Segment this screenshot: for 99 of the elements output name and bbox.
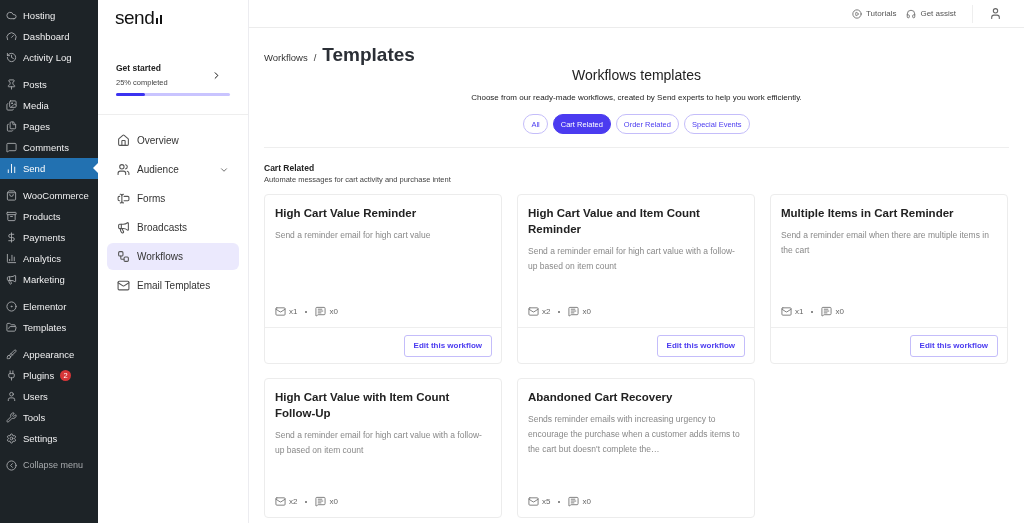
card-title: High Cart Value and Item Count Reminder xyxy=(528,206,701,237)
mail-icon xyxy=(275,306,286,317)
admin-menu-item[interactable]: Payments xyxy=(0,227,98,248)
page-title: Templates xyxy=(322,44,415,66)
message-count: x0 xyxy=(835,307,844,316)
menu-icon xyxy=(6,370,17,381)
message-count: x0 xyxy=(582,307,591,316)
breadcrumb-link[interactable]: Workflows xyxy=(264,52,308,63)
description: Choose from our ready-made workflows, created by Send experts to help you work efficiently. xyxy=(470,93,803,102)
message-icon xyxy=(568,306,580,317)
mail-icon xyxy=(275,496,286,507)
menu-icon xyxy=(6,142,17,153)
menu-icon xyxy=(6,301,17,312)
email-count: x5 xyxy=(542,497,551,506)
admin-menu-item[interactable]: Activity Log xyxy=(0,47,98,68)
mail-icon xyxy=(528,306,539,317)
collapse-menu-link[interactable]: Collapse menu xyxy=(0,455,98,475)
admin-menu-item[interactable]: Pages xyxy=(0,116,98,137)
nav-item[interactable]: Forms xyxy=(107,185,239,212)
link-icon xyxy=(852,8,863,19)
top-link[interactable]: Tutorials xyxy=(852,8,897,19)
category-title: Cart Related xyxy=(264,163,316,173)
progress-title: Get started xyxy=(116,63,162,73)
message-icon xyxy=(315,306,327,317)
admin-menu-item[interactable]: Appearance xyxy=(0,344,98,365)
card-description: Send a reminder email when there are multiple items in the cart xyxy=(781,229,990,257)
admin-menu-item[interactable]: Users xyxy=(0,386,98,407)
nav-icon xyxy=(117,192,130,205)
message-count: x0 xyxy=(329,307,338,316)
menu-icon xyxy=(6,433,17,444)
admin-menu-item[interactable]: Hosting xyxy=(0,5,98,26)
card-description: Send a reminder email for high cart value xyxy=(275,229,432,242)
menu-icon xyxy=(6,10,17,21)
edit-workflow-button[interactable]: Edit this workflow xyxy=(403,334,492,357)
email-count: x1 xyxy=(795,307,804,316)
admin-menu-item[interactable]: Analytics xyxy=(0,248,98,269)
card-description: Sends reminder emails with increasing urgency to encourage the purchase when a customer adds items to the cart but doesn't complete the… xyxy=(528,413,741,456)
nav-item[interactable]: Workflows xyxy=(107,243,239,270)
admin-menu-item[interactable]: Products xyxy=(0,206,98,227)
nav-icon xyxy=(117,250,130,263)
menu-icon xyxy=(6,274,17,285)
admin-menu-item[interactable]: Comments xyxy=(0,137,98,158)
email-count: x2 xyxy=(289,497,298,506)
menu-icon xyxy=(6,412,17,423)
profile-icon[interactable] xyxy=(989,7,1002,20)
menu-icon xyxy=(6,232,17,243)
message-icon xyxy=(315,496,327,507)
message-icon xyxy=(568,496,580,507)
section-heading: Workflows templates xyxy=(571,67,702,83)
collapse-icon xyxy=(6,459,17,471)
nav-item[interactable]: Broadcasts xyxy=(107,214,239,241)
admin-menu-item[interactable]: Elementor xyxy=(0,296,98,317)
menu-icon xyxy=(6,79,17,90)
card-title: High Cart Value Reminder xyxy=(275,206,418,221)
edit-workflow-button[interactable]: Edit this workflow xyxy=(909,334,998,357)
email-count: x2 xyxy=(542,307,551,316)
breadcrumb-separator: / xyxy=(313,52,317,63)
menu-icon xyxy=(6,253,17,264)
admin-menu-item[interactable]: Tools xyxy=(0,407,98,428)
menu-icon xyxy=(6,100,17,111)
menu-icon xyxy=(6,391,17,402)
admin-menu-item[interactable]: Templates xyxy=(0,317,98,338)
admin-menu-item[interactable]: Marketing xyxy=(0,269,98,290)
send-logo: send xyxy=(98,0,248,33)
card-title: Abandoned Cart Recovery xyxy=(528,390,674,405)
menu-icon xyxy=(6,31,17,42)
edit-workflow-button[interactable]: Edit this workflow xyxy=(656,334,745,357)
menu-icon xyxy=(6,163,17,174)
nav-icon xyxy=(117,221,130,234)
mail-icon xyxy=(528,496,539,507)
card-description: Send a reminder email for high cart value with a follow-up based on item count xyxy=(275,429,483,457)
card-description: Send a reminder email for high cart value with a follow-up based on item count xyxy=(528,245,736,273)
menu-icon xyxy=(6,121,17,132)
message-count: x0 xyxy=(329,497,338,506)
nav-item[interactable]: Audience xyxy=(107,156,239,183)
nav-icon xyxy=(117,279,130,292)
link-icon xyxy=(906,8,917,19)
menu-icon xyxy=(6,211,17,222)
admin-menu-item[interactable]: WooCommerce xyxy=(0,185,98,206)
nav-item[interactable]: Overview xyxy=(107,127,239,154)
nav-item[interactable]: Email Templates xyxy=(107,272,239,299)
menu-icon xyxy=(6,349,17,360)
message-count: x0 xyxy=(582,497,591,506)
menu-icon xyxy=(6,190,17,201)
menu-icon xyxy=(6,52,17,63)
card-title: Multiple Items in Cart Reminder xyxy=(781,206,955,221)
admin-menu-item[interactable]: Media xyxy=(0,95,98,116)
menu-icon xyxy=(6,322,17,333)
admin-menu-item[interactable]: Dashboard xyxy=(0,26,98,47)
admin-menu-item[interactable]: Posts xyxy=(0,74,98,95)
top-link[interactable]: Get assist xyxy=(906,8,956,19)
card-title: High Cart Value with Item Count Follow-Up xyxy=(275,390,451,421)
message-icon xyxy=(821,306,833,317)
admin-menu-item[interactable]: Send xyxy=(0,158,98,179)
mail-icon xyxy=(781,306,792,317)
nav-icon xyxy=(117,163,130,176)
admin-menu-item[interactable]: Settings xyxy=(0,428,98,449)
nav-icon xyxy=(117,134,130,147)
email-count: x1 xyxy=(289,307,298,316)
